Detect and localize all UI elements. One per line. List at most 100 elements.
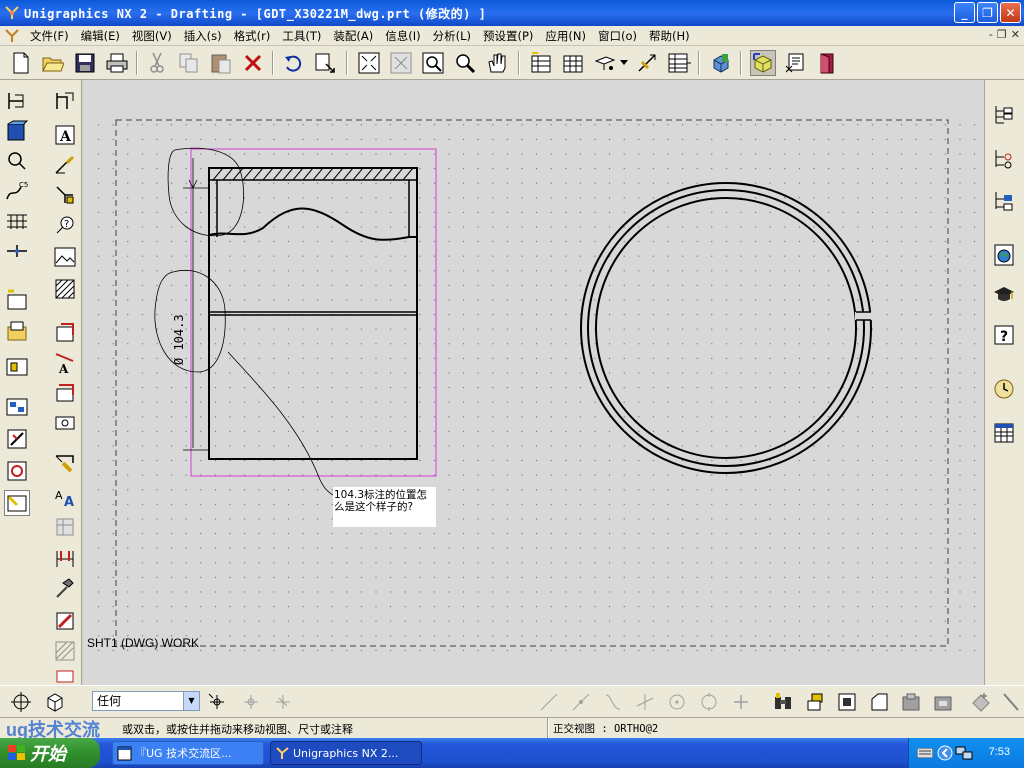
modeling-button[interactable] [708, 50, 734, 76]
tool-spline-button[interactable]: C5 [4, 178, 30, 204]
menu-file[interactable]: 文件(F) [24, 28, 75, 44]
snap-point-button[interactable] [8, 689, 34, 715]
table-button[interactable] [666, 50, 692, 76]
tool-edit-dimension-button[interactable] [52, 320, 78, 346]
maximize-button[interactable]: ❐ [977, 2, 998, 23]
filter-option-button[interactable] [1000, 689, 1022, 715]
menu-preferences[interactable]: 预设置(P) [477, 28, 539, 44]
menu-application[interactable]: 应用(N) [539, 28, 592, 44]
dimension-button[interactable] [634, 50, 660, 76]
snap-midpoint[interactable] [568, 689, 594, 715]
select-face-button[interactable] [834, 689, 860, 715]
assembly-navigator-button[interactable] [991, 102, 1017, 128]
tool-point-button[interactable] [4, 238, 30, 264]
snap-endpoint[interactable] [536, 689, 562, 715]
web-browser-button[interactable] [991, 242, 1017, 268]
fit-button[interactable] [356, 50, 382, 76]
mdi-close-button[interactable]: ✕ [1011, 28, 1020, 41]
view-orientation-button[interactable] [42, 689, 68, 715]
zoom-window-button[interactable] [388, 50, 414, 76]
mdi-restore-button[interactable]: ❐ [997, 28, 1007, 41]
snap-control-button[interactable] [204, 689, 230, 715]
menu-assemblies[interactable]: 装配(A) [327, 28, 379, 44]
menu-edit[interactable]: 编辑(E) [75, 28, 126, 44]
tool-utility-button[interactable] [52, 452, 78, 478]
copy-button[interactable] [176, 50, 202, 76]
add-filter-button[interactable] [968, 689, 994, 715]
menu-format[interactable]: 格式(r) [228, 28, 277, 44]
delete-button[interactable] [240, 50, 266, 76]
tool-dimension-button[interactable] [52, 88, 78, 114]
tool-edit-view-button[interactable] [4, 490, 30, 516]
menu-information[interactable]: 信息(I) [379, 28, 426, 44]
snap-control-point[interactable] [600, 689, 626, 715]
dimension-text[interactable]: Ø 104.3 [172, 314, 186, 365]
snap-arc-center[interactable] [664, 689, 690, 715]
system-materials-button[interactable] [991, 420, 1017, 446]
tool-shaded-button[interactable] [4, 118, 30, 144]
menu-window[interactable]: 窗口(o) [592, 28, 643, 44]
menu-insert[interactable]: 插入(s) [178, 28, 228, 44]
constraint-navigator-button[interactable] [991, 188, 1017, 214]
drawing-sheet-button[interactable] [560, 50, 586, 76]
tool-crosshatch-button[interactable] [52, 638, 78, 664]
document-menu-icon[interactable] [4, 28, 20, 44]
drawing-canvas[interactable]: Ø 104.3 [83, 80, 984, 685]
select-body-button[interactable] [802, 689, 828, 715]
tool-curve-button[interactable] [4, 148, 30, 174]
help-button[interactable]: ? [991, 322, 1017, 348]
preferences-button[interactable] [592, 50, 618, 76]
pan-button[interactable] [484, 50, 510, 76]
minimize-button[interactable]: _ [954, 2, 975, 23]
tool-table-format-button[interactable] [52, 514, 78, 540]
keyboard-icon[interactable] [917, 748, 933, 758]
new-button[interactable] [8, 50, 34, 76]
menu-analysis[interactable]: 分析(L) [427, 28, 477, 44]
view-button[interactable] [782, 50, 808, 76]
tool-leader-button[interactable] [52, 152, 78, 178]
menu-help[interactable]: 帮助(H) [643, 28, 696, 44]
open-button[interactable] [40, 50, 66, 76]
repeat-command-button[interactable] [312, 50, 338, 76]
selection-filter-select[interactable]: 任何 ▼ [92, 691, 200, 711]
exit-application-button[interactable] [814, 50, 840, 76]
taskbar-item-unigraphics[interactable]: Unigraphics NX 2... [270, 741, 422, 765]
undo-button[interactable] [280, 50, 306, 76]
tool-add-view-button[interactable] [4, 354, 30, 380]
history-button[interactable] [991, 376, 1017, 402]
tool-edit-style-button[interactable] [52, 380, 78, 406]
tool-projected-view-button[interactable] [4, 394, 30, 420]
snap-quadrant[interactable] [696, 689, 722, 715]
tool-hatch-button[interactable] [52, 276, 78, 302]
tool-note-button[interactable]: A [52, 122, 78, 148]
tool-fcf-button[interactable] [52, 182, 78, 208]
tool-edit-origin-button[interactable] [52, 410, 78, 436]
tool-section-view-button[interactable] [4, 426, 30, 452]
paste-button[interactable] [208, 50, 234, 76]
tool-detail-view-button[interactable] [4, 458, 30, 484]
chevron-down-icon[interactable]: ▼ [183, 692, 199, 710]
snap-existing-point[interactable] [728, 689, 754, 715]
save-button[interactable] [72, 50, 98, 76]
snap-disabled-2[interactable] [270, 689, 296, 715]
menu-view[interactable]: 视图(V) [126, 28, 178, 44]
select-sheet-button[interactable] [866, 689, 892, 715]
network-icon[interactable] [955, 745, 973, 761]
tool-edit-text-button[interactable]: A [52, 350, 78, 376]
tool-dimension-style-button[interactable] [52, 546, 78, 572]
select-feature-button[interactable] [770, 689, 796, 715]
annotation-editor-button[interactable] [528, 50, 554, 76]
close-button[interactable]: ✕ [1000, 2, 1021, 23]
taskbar-item-browser[interactable]: 『UG 技术交流区... [112, 741, 264, 765]
unigraphics-app-icon[interactable] [4, 5, 20, 21]
tool-image-button[interactable] [52, 244, 78, 270]
tool-more-button[interactable] [52, 668, 78, 684]
zoom-button[interactable] [452, 50, 478, 76]
tool-open-sheet-button[interactable] [4, 318, 30, 344]
tool-grid-button[interactable] [4, 208, 30, 234]
menu-tools[interactable]: 工具(T) [276, 28, 327, 44]
back-arrow-icon[interactable] [937, 745, 953, 761]
tool-erase-button[interactable] [52, 608, 78, 634]
cut-button[interactable] [144, 50, 170, 76]
preferences-dropdown[interactable] [618, 50, 630, 76]
